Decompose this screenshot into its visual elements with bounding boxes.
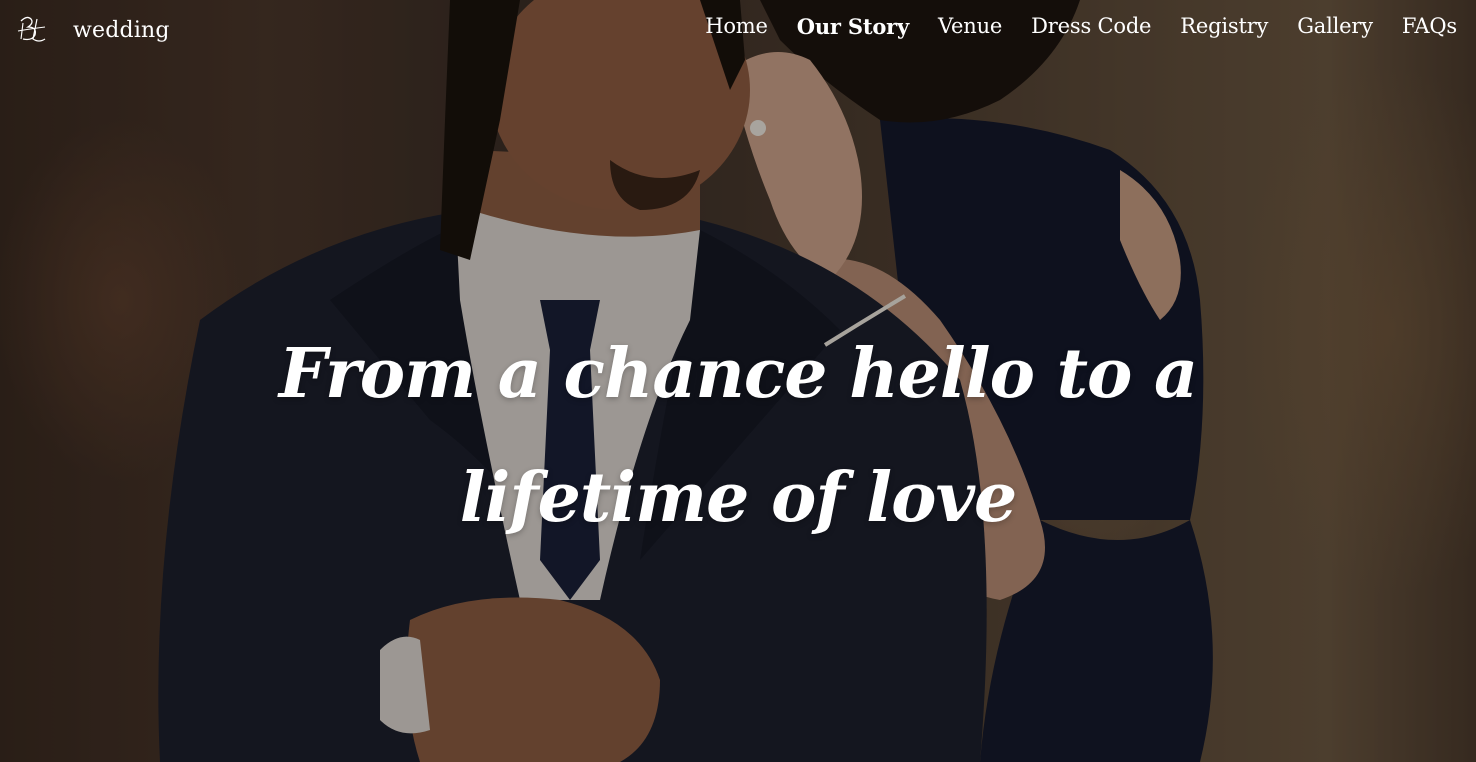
nav-menu: Home Our Story Venue Dress Code Registry… xyxy=(676,14,1457,39)
brand-name[interactable]: wedding xyxy=(73,18,170,43)
hero-headline-line-2: lifetime of love xyxy=(459,458,1018,538)
hero-section: wedding Home Our Story Venue Dress Code … xyxy=(0,0,1476,762)
nav-item-dress-code[interactable]: Dress Code xyxy=(1031,14,1151,39)
monogram-logo-icon[interactable] xyxy=(14,12,50,48)
nav-item-faqs[interactable]: FAQs xyxy=(1402,14,1457,39)
nav-item-registry[interactable]: Registry xyxy=(1180,14,1268,39)
top-navigation: wedding Home Our Story Venue Dress Code … xyxy=(0,0,1476,60)
hero-headline-line-1: From a chance hello to a xyxy=(278,334,1198,414)
nav-item-our-story[interactable]: Our Story xyxy=(797,14,909,39)
nav-item-venue[interactable]: Venue xyxy=(938,14,1002,39)
hero-headline: From a chance hello to a lifetime of lov… xyxy=(238,312,1238,560)
brand[interactable]: wedding xyxy=(14,10,170,50)
nav-item-gallery[interactable]: Gallery xyxy=(1297,14,1373,39)
nav-item-home[interactable]: Home xyxy=(705,14,768,39)
